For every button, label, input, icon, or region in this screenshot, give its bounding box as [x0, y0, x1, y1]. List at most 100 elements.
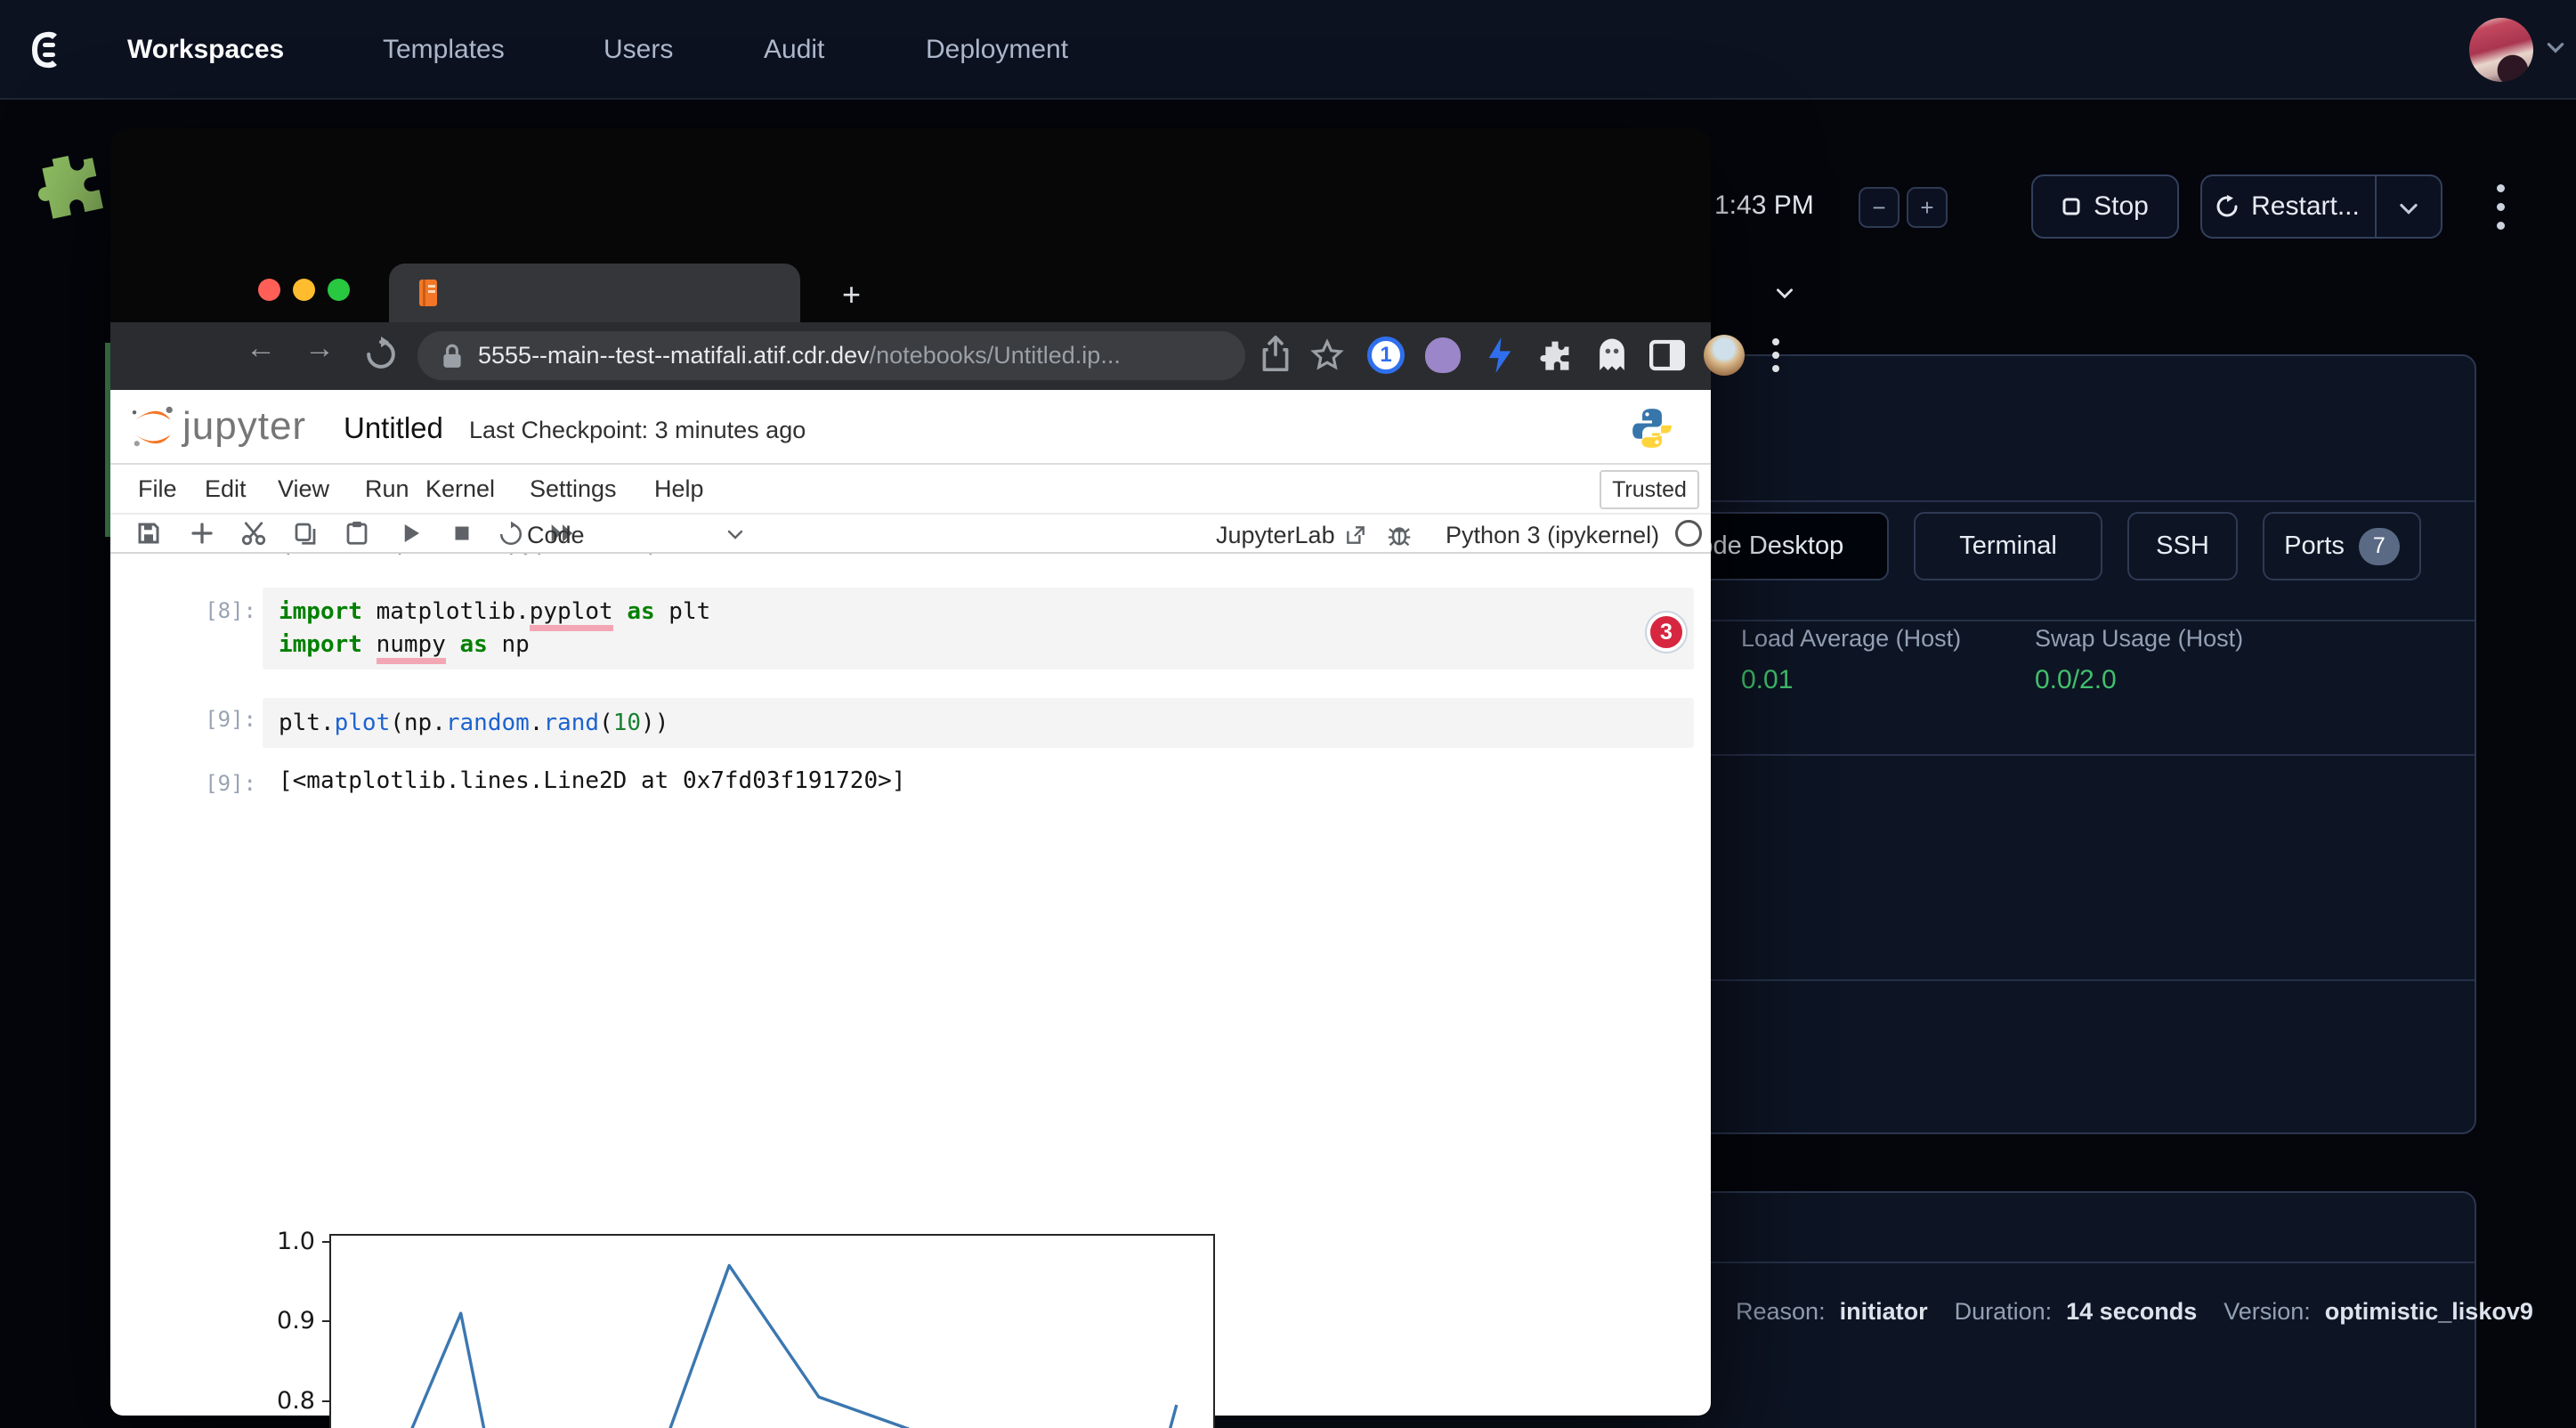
button-divider [2375, 176, 2377, 237]
stat-load-average: Load Average (Host) 0.01 [1741, 625, 1961, 695]
stat-swap-usage: Swap Usage (Host) 0.0/2.0 [2035, 625, 2243, 695]
zoom-out-button[interactable]: − [1859, 187, 1900, 228]
matplotlib-figure: 0.20.30.40.50.60.70.80.91.002468 [110, 799, 1357, 1416]
meta-version-value: optimistic_liskov9 [2325, 1298, 2533, 1326]
forward-icon[interactable]: → [304, 331, 335, 366]
sidepanel-extension-icon[interactable] [1645, 333, 1689, 377]
menu-help[interactable]: Help [654, 475, 704, 503]
app-button-ports[interactable]: Ports 7 [2263, 512, 2421, 580]
bookmark-star-icon[interactable] [1310, 338, 1344, 372]
stat-label: Load Average (Host) [1741, 625, 1961, 653]
window-zoom-button[interactable] [328, 279, 350, 301]
save-icon[interactable] [135, 520, 162, 547]
plot-line [331, 1236, 1217, 1428]
share-icon[interactable] [1260, 335, 1291, 372]
stop-button[interactable]: Stop [2031, 174, 2179, 239]
app-button-ssh[interactable]: SSH [2127, 512, 2238, 580]
url-bar[interactable]: 5555--main--test--matifali.atif.cdr.dev/… [417, 331, 1245, 380]
y-tick-label: 1.0 [244, 1228, 315, 1255]
jupyter-wordmark: jupyter [182, 404, 306, 449]
cell-type-select[interactable]: Code [527, 522, 585, 549]
trusted-button[interactable]: Trusted [1600, 470, 1699, 509]
new-tab-button[interactable]: + [842, 276, 861, 313]
stat-value: 0.01 [1741, 665, 1961, 695]
notification-badge: 3 [1647, 613, 1686, 652]
nav-item-users[interactable]: Users [603, 0, 673, 100]
ghostery-extension-icon[interactable] [1590, 333, 1634, 377]
workspace-menu-button[interactable] [2485, 178, 2515, 235]
paste-cell-icon[interactable] [344, 520, 370, 547]
app-button-terminal[interactable]: Terminal [1914, 512, 2102, 580]
browser-menu-kebab-icon[interactable] [1754, 333, 1798, 377]
zoom-in-button[interactable]: + [1907, 187, 1948, 228]
jupyter-logo-icon [128, 402, 178, 452]
run-cell-icon[interactable] [397, 520, 424, 547]
browser-window: Untitled ✕ + ← → 5555--main--test--matif… [110, 128, 1711, 1416]
stat-value: 0.0/2.0 [2035, 665, 2243, 695]
password-manager-extension-icon[interactable]: 1 [1364, 333, 1408, 377]
meta-duration-label: Duration: [1955, 1298, 2053, 1326]
stat-label: Swap Usage (Host) [2035, 625, 2243, 653]
url-text: 5555--main--test--matifali.atif.cdr.dev/… [478, 342, 1121, 369]
menu-file[interactable]: File [138, 475, 177, 503]
ports-label: Ports [2284, 531, 2345, 561]
tab-search-chevron-icon[interactable] [1773, 281, 1796, 304]
nav-item-workspaces[interactable]: Workspaces [127, 0, 284, 100]
chevron-down-icon[interactable] [2544, 36, 2567, 59]
cell-type-chevron-icon[interactable] [725, 523, 746, 545]
menu-settings[interactable]: Settings [530, 475, 617, 503]
browser-tab[interactable]: Untitled ✕ [389, 264, 800, 322]
github-extension-icon[interactable] [1421, 333, 1465, 377]
user-avatar[interactable] [2469, 18, 2533, 82]
menu-run[interactable]: Run [365, 475, 409, 503]
restart-kernel-icon[interactable] [498, 522, 523, 547]
debugger-bug-icon[interactable] [1387, 522, 1412, 547]
stop-label: Stop [2094, 191, 2149, 222]
terminal-label: Terminal [1959, 531, 2057, 561]
back-icon[interactable]: ← [246, 331, 276, 366]
menu-kernel[interactable]: Kernel [425, 475, 495, 503]
nav-item-templates[interactable]: Templates [383, 0, 505, 100]
lightning-extension-icon[interactable] [1478, 333, 1522, 377]
notebook-title[interactable]: Untitled [344, 411, 443, 445]
window-close-button[interactable] [258, 279, 280, 301]
nav-item-audit[interactable]: Audit [764, 0, 824, 100]
external-link-icon[interactable] [1344, 523, 1367, 547]
code-cell[interactable]: import matplotlib.pyplot as pltimport nu… [263, 588, 1694, 669]
meta-duration-value: 14 seconds [2066, 1298, 2197, 1326]
coder-logo-icon[interactable] [20, 25, 69, 75]
screen: Workspaces Templates Users Audit Deploym… [0, 0, 2576, 1428]
cut-cell-icon[interactable] [240, 520, 267, 547]
stop-icon [2062, 197, 2081, 216]
kernel-name[interactable]: Python 3 (ipykernel) [1446, 522, 1659, 549]
open-jupyterlab-link[interactable]: JupyterLab [1216, 522, 1335, 549]
y-tick-label: 0.9 [244, 1307, 315, 1335]
cell-prompt: [8]: [167, 598, 256, 623]
meta-reason-value: initiator [1840, 1298, 1928, 1326]
puzzle-piece-icon [23, 142, 112, 231]
code-cell[interactable]: plt.plot(np.random.rand(10)) [263, 698, 1694, 748]
cell-prompt: [9]: [167, 707, 256, 732]
lock-icon [441, 343, 464, 369]
checkpoint-status: Last Checkpoint: 3 minutes ago [469, 417, 806, 444]
workspace-time: 1:43 PM [1714, 191, 1814, 221]
nav-item-deployment[interactable]: Deployment [926, 0, 1068, 100]
add-cell-icon[interactable] [189, 520, 215, 547]
extensions-puzzle-icon[interactable] [1533, 333, 1577, 377]
y-tick-label: 0.8 [244, 1387, 315, 1415]
menu-view[interactable]: View [278, 475, 329, 503]
build-meta-row: Reason:initiator Duration:14 seconds Ver… [1736, 1298, 2546, 1326]
interrupt-kernel-icon[interactable] [449, 520, 475, 547]
restart-options-chevron-icon[interactable] [2396, 196, 2421, 221]
copy-cell-icon[interactable] [292, 520, 319, 547]
browser-profile-avatar[interactable] [1702, 333, 1746, 377]
reload-icon[interactable] [363, 337, 399, 372]
restart-label: Restart... [2251, 191, 2360, 222]
window-minimize-button[interactable] [293, 279, 315, 301]
notebook-page: jupyter Untitled Last Checkpoint: 3 minu… [110, 390, 1711, 1416]
ports-count-badge: 7 [2359, 528, 2400, 565]
menu-edit[interactable]: Edit [205, 475, 247, 503]
output-prompt: [9]: [167, 771, 256, 796]
notebook-favicon [417, 278, 441, 308]
kernel-status-icon [1675, 520, 1702, 547]
